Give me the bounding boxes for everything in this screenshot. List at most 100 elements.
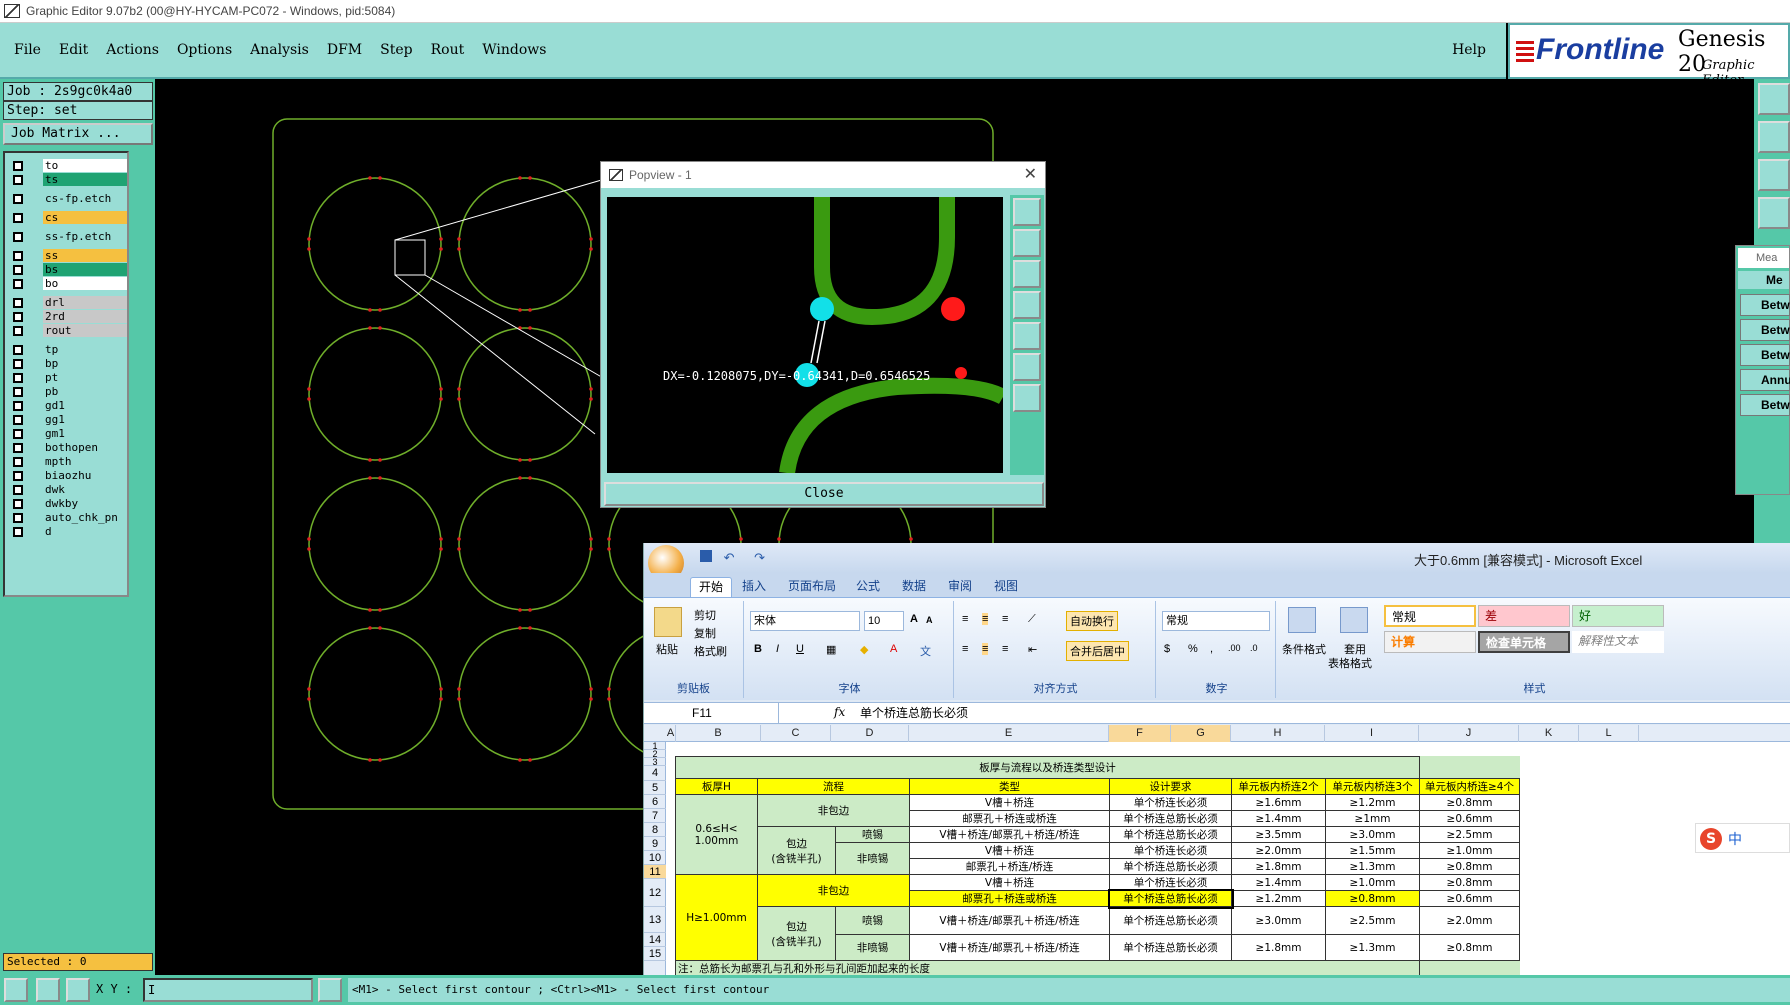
- column-header[interactable]: F: [1109, 725, 1171, 742]
- close-icon[interactable]: ✕: [1024, 162, 1037, 188]
- layer-row[interactable]: gg1: [9, 413, 127, 426]
- column-header[interactable]: A: [666, 725, 676, 742]
- style-check-cell[interactable]: 检查单元格: [1478, 631, 1570, 653]
- column-header[interactable]: I: [1325, 725, 1419, 742]
- align-left-icon[interactable]: ≡: [962, 643, 968, 655]
- border-icon[interactable]: ▦: [826, 643, 836, 656]
- layer-name[interactable]: auto_chk_pn: [43, 511, 127, 524]
- layer-row[interactable]: pb: [9, 385, 127, 398]
- row-header[interactable]: 5: [644, 781, 666, 795]
- layer-name[interactable]: d: [43, 525, 127, 538]
- row-header[interactable]: 9: [644, 837, 666, 851]
- layer-name[interactable]: gm1: [43, 427, 127, 440]
- save-icon[interactable]: [700, 550, 712, 562]
- measure-mode-2[interactable]: Betw: [1740, 319, 1790, 341]
- row-header[interactable]: 4: [644, 766, 666, 781]
- layer-row[interactable]: gd1: [9, 399, 127, 412]
- measure-mode-4[interactable]: Annu: [1740, 369, 1790, 391]
- increase-decimal-icon[interactable]: .00: [1228, 643, 1241, 653]
- layer-row[interactable]: drl: [9, 296, 127, 309]
- copy-button[interactable]: 复制: [694, 625, 716, 641]
- layer-name[interactable]: bothopen: [43, 441, 127, 454]
- tab-view[interactable]: 视图: [986, 577, 1026, 597]
- shrink-font-icon[interactable]: A: [926, 615, 933, 625]
- font-color-icon[interactable]: A: [890, 643, 897, 655]
- selected-cell-f11[interactable]: 单个桥连总筋长必须: [1107, 888, 1234, 909]
- undo-icon[interactable]: ↶: [724, 550, 735, 565]
- menu-analysis[interactable]: Analysis: [250, 42, 309, 58]
- fill-color-icon[interactable]: ◆: [860, 643, 868, 656]
- tool-zoom-icon[interactable]: [1758, 83, 1790, 115]
- decrease-decimal-icon[interactable]: .0: [1250, 643, 1258, 653]
- name-box[interactable]: F11: [644, 703, 779, 723]
- menu-file[interactable]: File: [14, 42, 41, 58]
- layer-checkbox[interactable]: [13, 373, 23, 383]
- layer-name[interactable]: bo: [43, 277, 127, 290]
- popview-close-button[interactable]: Close: [604, 482, 1044, 506]
- layer-checkbox[interactable]: [13, 387, 23, 397]
- layer-name[interactable]: drl: [43, 296, 127, 309]
- layer-name[interactable]: dwkby: [43, 497, 127, 510]
- layer-name[interactable]: cs: [43, 211, 127, 224]
- bold-icon[interactable]: B: [754, 643, 762, 655]
- info-icon[interactable]: [318, 978, 342, 1002]
- popview-home-icon[interactable]: [1013, 384, 1041, 412]
- menu-options[interactable]: Options: [177, 42, 232, 58]
- layer-checkbox[interactable]: [13, 232, 23, 242]
- layer-checkbox[interactable]: [13, 471, 23, 481]
- layer-checkbox[interactable]: [13, 401, 23, 411]
- layer-checkbox[interactable]: [13, 485, 23, 495]
- xy-input[interactable]: I: [143, 978, 313, 1002]
- popview-up-icon[interactable]: [1013, 229, 1041, 257]
- measure-mode-1[interactable]: Betw: [1740, 294, 1790, 316]
- popview-fit-icon[interactable]: [1013, 353, 1041, 381]
- layer-checkbox[interactable]: [13, 279, 23, 289]
- column-header[interactable]: L: [1579, 725, 1639, 742]
- layer-name[interactable]: ss-fp.etch: [43, 230, 127, 243]
- underline-icon[interactable]: U: [796, 643, 804, 655]
- column-header[interactable]: J: [1419, 725, 1519, 742]
- layer-checkbox[interactable]: [13, 345, 23, 355]
- tool-fit-icon[interactable]: [1758, 159, 1790, 191]
- layer-row[interactable]: pt: [9, 371, 127, 384]
- popview-down-icon[interactable]: [1013, 260, 1041, 288]
- wrap-text-button[interactable]: 自动换行: [1066, 611, 1118, 631]
- fx-icon[interactable]: fx: [834, 705, 845, 719]
- style-calc[interactable]: 计算: [1384, 631, 1476, 653]
- column-header[interactable]: B: [676, 725, 761, 742]
- format-painter-button[interactable]: 格式刷: [694, 643, 727, 659]
- orientation-icon[interactable]: ⟋: [1028, 613, 1036, 626]
- percent-icon[interactable]: %: [1188, 643, 1198, 655]
- layer-name[interactable]: 2rd: [43, 310, 127, 323]
- layer-name[interactable]: pb: [43, 385, 127, 398]
- layer-checkbox[interactable]: [13, 429, 23, 439]
- layer-row[interactable]: rout: [9, 324, 127, 337]
- row-header[interactable]: 11: [644, 865, 666, 879]
- layer-row[interactable]: auto_chk_pn: [9, 511, 127, 524]
- layer-name[interactable]: pt: [43, 371, 127, 384]
- row-header[interactable]: 3: [644, 758, 666, 767]
- align-middle-icon[interactable]: ≡: [982, 613, 989, 625]
- layer-checkbox[interactable]: [13, 312, 23, 322]
- layer-row[interactable]: bp: [9, 357, 127, 370]
- row-header[interactable]: 7: [644, 809, 666, 823]
- layer-name[interactable]: rout: [43, 324, 127, 337]
- ime-indicator[interactable]: S 中: [1695, 823, 1790, 853]
- layer-name[interactable]: ss: [43, 249, 127, 262]
- number-format-select[interactable]: 常规: [1162, 611, 1270, 631]
- style-good[interactable]: 好: [1572, 605, 1664, 627]
- layer-row[interactable]: cs: [9, 211, 127, 224]
- column-header[interactable]: K: [1519, 725, 1579, 742]
- style-explanatory[interactable]: 解释性文本: [1572, 631, 1664, 653]
- italic-icon[interactable]: I: [776, 643, 779, 655]
- row-header[interactable]: 14: [644, 933, 666, 947]
- popview-right-icon[interactable]: [1013, 322, 1041, 350]
- layer-row[interactable]: dwkby: [9, 497, 127, 510]
- layer-name[interactable]: mpth: [43, 455, 127, 468]
- quick-access-toolbar[interactable]: ↶ ↷: [696, 550, 796, 566]
- row-header[interactable]: 8: [644, 823, 666, 837]
- menu-help[interactable]: Help: [1452, 42, 1486, 58]
- layer-checkbox[interactable]: [13, 415, 23, 425]
- layer-row[interactable]: ts: [9, 173, 127, 186]
- row-header[interactable]: 15: [644, 947, 666, 961]
